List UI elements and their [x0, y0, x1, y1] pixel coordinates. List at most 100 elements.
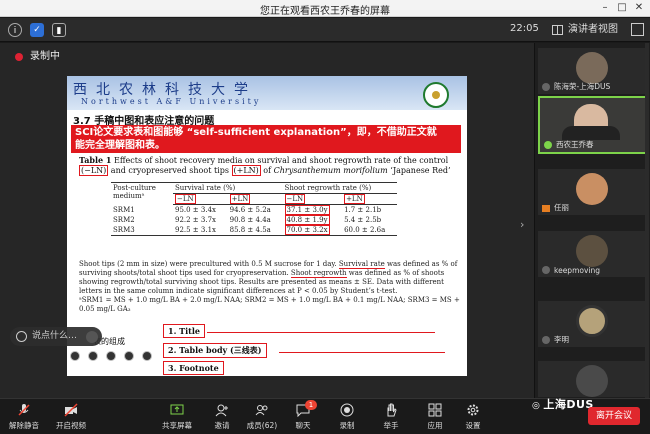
emoji-icon[interactable]: [16, 331, 27, 342]
video-feed-body: [562, 126, 620, 140]
minimize-icon[interactable]: –: [598, 1, 612, 15]
apps-label: 应用: [427, 421, 443, 430]
collapse-icon[interactable]: [86, 331, 98, 343]
slide-highlight-banner: SCI论文要求表和图能够 “self-sufficient explanatio…: [71, 125, 461, 153]
caption-species: Chrysanthemum morifolium: [273, 166, 388, 175]
pen-icon[interactable]: [70, 351, 80, 361]
avatar: [576, 52, 608, 84]
footnote-survival-term: Survival rate: [338, 260, 385, 269]
record-label: 录制: [339, 421, 355, 430]
apps-icon: [428, 403, 442, 417]
caption-ln-plus: (+LN): [231, 165, 261, 176]
share-screen-button[interactable]: 共享屏幕: [158, 401, 196, 433]
invite-icon: [215, 404, 228, 417]
caption-text-d: ‘Japanese Red’: [387, 166, 451, 175]
settings-label: 设置: [465, 421, 481, 430]
invite-button[interactable]: 邀请: [210, 401, 234, 433]
meeting-clock: 22:05: [510, 23, 539, 34]
leave-meeting-button[interactable]: 离开会议: [588, 407, 640, 425]
unmute-button[interactable]: 解除静音: [6, 401, 42, 433]
start-video-label: 开启视频: [56, 421, 86, 430]
cell-regrowth-minus: 37.1 ± 3.0y: [284, 205, 330, 215]
unmute-label: 解除静音: [9, 421, 39, 430]
caption-text-a: Effects of shoot recovery media on survi…: [111, 156, 449, 165]
label-table-body: 2. Table body (三线表): [163, 343, 267, 358]
avatar: [576, 365, 608, 397]
members-button[interactable]: 成员(62): [244, 401, 280, 433]
chat-label: 聊天: [295, 421, 311, 430]
user-icon: [542, 205, 550, 212]
label-footnote: 3. Footnote: [163, 361, 224, 375]
watermark-text: 上海DUS: [543, 398, 594, 411]
participant-tile[interactable]: [538, 361, 648, 397]
footnote-para-1: Shoot tips (2 mm in size) were precultur…: [79, 260, 463, 296]
apps-button[interactable]: 应用: [424, 401, 446, 433]
caption-ln-minus: (−LN): [79, 165, 109, 176]
cell-survival-plus: 94.6 ± 5.2a: [229, 206, 271, 214]
recording-indicator[interactable]: 录制中: [10, 49, 68, 65]
raise-hand-button[interactable]: 举手: [380, 401, 402, 433]
wechat-icon: ◎: [532, 401, 541, 411]
col-survival: Survival rate (%): [173, 182, 283, 194]
avatar: [576, 305, 608, 337]
table-caption: Table 1 Effects of shoot recovery media …: [79, 155, 459, 176]
participant-tile[interactable]: 陈海荣-上海DUS: [538, 48, 648, 94]
invite-label: 邀请: [214, 421, 230, 430]
chevron-right-icon[interactable]: ›: [520, 218, 524, 231]
participant-tile[interactable]: 李明: [538, 301, 648, 347]
participant-tile-speaking[interactable]: 西农王乔春: [538, 96, 648, 154]
settings-button[interactable]: 设置: [462, 401, 484, 433]
shield-icon[interactable]: ✓: [30, 23, 44, 37]
mic-off-icon: [18, 404, 30, 416]
cell-medium: SRM2: [113, 216, 135, 224]
color-icon[interactable]: [142, 351, 152, 361]
cell-regrowth-minus: 40.8 ± 1.9y: [284, 215, 330, 225]
signal-icon[interactable]: ▮: [52, 23, 66, 37]
sub-regrowth-minus: −LN: [284, 194, 306, 204]
sub-survival-minus: −LN: [175, 194, 196, 204]
caption-text-c: of: [260, 166, 274, 175]
record-dot-icon: [15, 53, 23, 61]
table-header-row: Post-culture mediumᵃ Survival rate (%) S…: [111, 182, 397, 205]
cell-regrowth-plus: 5.4 ± 2.5b: [344, 216, 382, 224]
highlighter-icon[interactable]: [88, 351, 98, 361]
presentation-slide: 西北农林科技大学 Northwest A&F University 3.7 手稿…: [67, 76, 467, 376]
eraser-icon[interactable]: [106, 351, 116, 361]
members-label: 成员(62): [246, 421, 278, 430]
recording-label: 录制中: [30, 51, 60, 62]
caption-text-b: and cryopreserved shoot tips: [108, 166, 232, 175]
footnote-regrowth-term: Shoot regrowth: [290, 269, 347, 278]
grid-icon: [552, 25, 563, 35]
cell-regrowth-plus: 1.7 ± 2.1b: [344, 206, 382, 214]
participant-tile[interactable]: 任丽: [538, 169, 648, 215]
chat-hint: 说点什么…: [32, 331, 78, 341]
participant-name: 李明: [554, 335, 569, 344]
panel-scrollbar[interactable]: [645, 43, 649, 398]
slide-banner: 西北农林科技大学 Northwest A&F University: [67, 76, 467, 110]
maximize-icon[interactable]: □: [615, 1, 629, 15]
participant-panel: 陈海荣-上海DUS 西农王乔春 任丽 keepmoving 李明: [534, 43, 650, 398]
shape-icon[interactable]: [124, 351, 134, 361]
speaker-view-button[interactable]: 演讲者视图: [552, 22, 618, 38]
info-icon[interactable]: i: [8, 23, 22, 37]
hand-icon: [387, 403, 397, 417]
cell-survival-plus: 85.8 ± 4.5a: [227, 225, 283, 236]
meeting-window: 您正在观看西农王乔春的屏幕 – □ ✕ i ✓ ▮ 22:05 演讲者视图 录制…: [0, 0, 650, 434]
cell-survival-minus: 92.5 ± 3.1x: [173, 225, 228, 236]
cell-regrowth-plus: 60.0 ± 2.6a: [342, 225, 397, 236]
table-row: SRM2 92.2 ± 3.7x 90.8 ± 4.4a 40.8 ± 1.9y…: [111, 215, 397, 225]
participant-tile[interactable]: keepmoving: [538, 231, 648, 277]
annotation-line: [279, 352, 445, 353]
wechat-watermark: ◎ 上海DUS: [532, 396, 594, 411]
cell-survival-minus: 92.2 ± 3.7x: [175, 216, 216, 224]
record-button[interactable]: 录制: [336, 401, 358, 433]
fullscreen-icon[interactable]: [631, 23, 644, 36]
video-off-icon: [64, 403, 78, 417]
school-name-cn: 西北农林科技大学: [73, 82, 257, 98]
table-row: SRM1 95.0 ± 3.4x 94.6 ± 5.2a 37.1 ± 3.0y…: [111, 205, 397, 215]
start-video-button[interactable]: 开启视频: [52, 401, 90, 433]
close-icon[interactable]: ✕: [632, 1, 646, 15]
mic-muted-icon: [542, 266, 550, 274]
table-footnote: Shoot tips (2 mm in size) were precultur…: [79, 260, 463, 314]
mic-active-icon: [544, 141, 552, 149]
